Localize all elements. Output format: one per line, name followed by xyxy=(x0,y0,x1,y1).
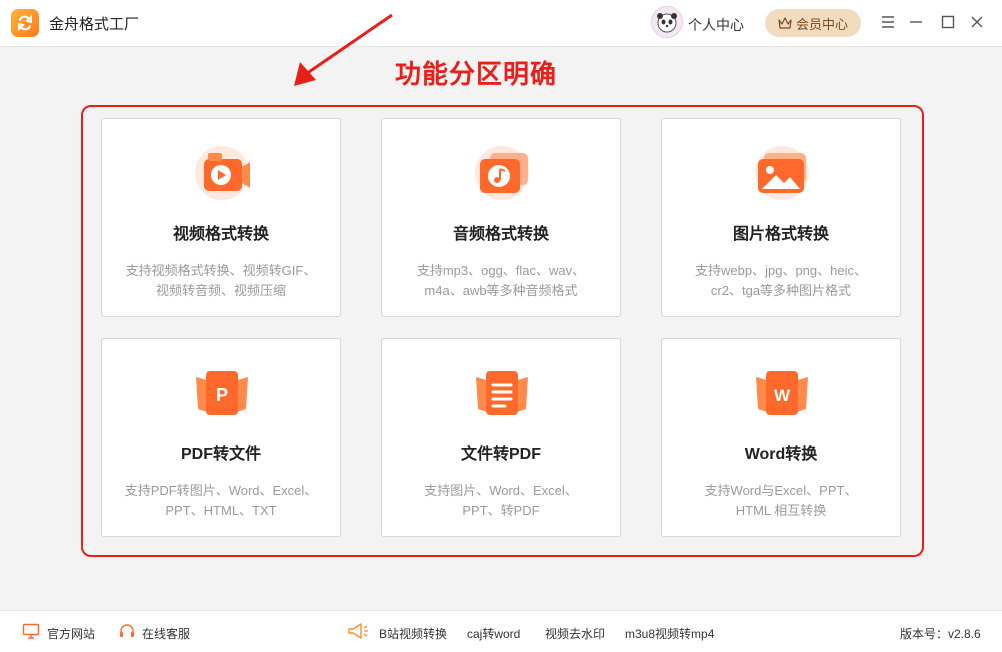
card-desc-line: HTML 相互转换 xyxy=(735,503,827,518)
card-description: 支持图片、Word、Excel、 PPT、转PDF xyxy=(392,481,610,521)
close-button[interactable] xyxy=(967,12,987,32)
pdf-icon: P xyxy=(196,371,248,415)
card-description: 支持webp、jpg、png、heic、 cr2、tga等多种图片格式 xyxy=(672,261,890,301)
card-description: 支持mp3、ogg、flac、wav、 m4a、awb等多种音频格式 xyxy=(392,261,610,301)
footer-link-watermark[interactable]: 视频去水印 xyxy=(545,625,605,642)
crown-icon xyxy=(778,17,792,29)
app-logo-icon xyxy=(11,9,39,37)
card-title: 文件转PDF xyxy=(460,446,541,463)
minimize-icon xyxy=(910,21,922,23)
card-desc-line: 支持mp3、ogg、flac、wav、 xyxy=(416,263,586,278)
svg-text:P: P xyxy=(216,385,228,405)
panda-avatar-icon xyxy=(657,13,677,33)
svg-text:W: W xyxy=(774,386,791,405)
vip-center-label: 会员中心 xyxy=(795,16,848,32)
card-audio-convert[interactable]: 音频格式转换 支持mp3、ogg、flac、wav、 m4a、awb等多种音频格… xyxy=(381,118,621,317)
card-description: 支持视频格式转换、视频转GIF、 视频转音频、视频压缩 xyxy=(112,261,330,301)
word-icon: W xyxy=(756,371,808,415)
monitor-icon xyxy=(22,623,40,639)
card-desc-line: m4a、awb等多种音频格式 xyxy=(424,283,578,298)
footer-link-bilibili[interactable]: B站视频转换 xyxy=(379,625,447,642)
card-file-to-pdf[interactable]: 文件转PDF 支持图片、Word、Excel、 PPT、转PDF xyxy=(381,338,621,537)
close-icon xyxy=(971,16,983,28)
title-bar: 金舟格式工厂 个人中心 会员中心 xyxy=(0,0,1002,47)
card-description: 支持PDF转图片、Word、Excel、 PPT、HTML、TXT xyxy=(112,481,330,521)
footer-link-caj[interactable]: caj转word xyxy=(467,625,520,642)
headset-icon xyxy=(120,624,134,637)
online-service-link[interactable]: 在线客服 xyxy=(142,625,190,642)
image-icon xyxy=(755,146,809,200)
card-desc-line: 支持图片、Word、Excel、 xyxy=(424,483,578,498)
card-desc-line: 支持PDF转图片、Word、Excel、 xyxy=(124,483,318,498)
maximize-icon xyxy=(941,15,955,29)
annotation-arrow-icon xyxy=(294,13,393,86)
maximize-button[interactable] xyxy=(938,12,958,32)
megaphone-icon xyxy=(348,623,368,639)
card-description: 支持Word与Excel、PPT、 HTML 相互转换 xyxy=(672,481,890,521)
footer-link-m3u8[interactable]: m3u8视频转mp4 xyxy=(625,625,714,642)
menu-button[interactable] xyxy=(878,12,898,32)
video-icon xyxy=(195,146,250,200)
hamburger-icon xyxy=(882,16,894,28)
card-video-convert[interactable]: 视频格式转换 支持视频格式转换、视频转GIF、 视频转音频、视频压缩 xyxy=(101,118,341,317)
user-avatar[interactable] xyxy=(651,6,683,38)
official-website-link[interactable]: 官方网站 xyxy=(47,625,95,642)
audio-icon xyxy=(475,146,529,200)
card-desc-line: PPT、HTML、TXT xyxy=(165,503,277,518)
app-title: 金舟格式工厂 xyxy=(49,16,140,33)
card-desc-line: PPT、转PDF xyxy=(462,503,540,518)
card-title: 图片格式转换 xyxy=(732,226,829,243)
card-title: 音频格式转换 xyxy=(452,226,549,243)
vip-center-button[interactable]: 会员中心 xyxy=(765,9,861,37)
card-desc-line: cr2、tga等多种图片格式 xyxy=(710,283,852,298)
card-title: 视频格式转换 xyxy=(172,226,269,243)
card-desc-line: 支持webp、jpg、png、heic、 xyxy=(695,263,867,278)
card-desc-line: 支持Word与Excel、PPT、 xyxy=(704,483,858,498)
version-label: 版本号：v2.8.6 xyxy=(900,627,981,641)
card-pdf-to-file[interactable]: P PDF转文件 支持PDF转图片、Word、Excel、 PPT、HTML、T… xyxy=(101,338,341,537)
annotation-label: 功能分区明确 xyxy=(395,59,558,89)
card-desc-line: 视频转音频、视频压缩 xyxy=(155,283,286,298)
file-icon xyxy=(476,371,528,415)
minimize-button[interactable] xyxy=(906,12,926,32)
card-title: PDF转文件 xyxy=(180,446,261,463)
user-center-link[interactable]: 个人中心 xyxy=(688,15,744,35)
footer-bar: 官方网站 在线客服 B站视频转换 caj转word 视频去水印 m3u8视频转m… xyxy=(0,610,1002,652)
card-title: Word转换 xyxy=(744,446,818,463)
card-word-convert[interactable]: W Word转换 支持Word与Excel、PPT、 HTML 相互转换 xyxy=(661,338,901,537)
card-desc-line: 支持视频格式转换、视频转GIF、 xyxy=(125,263,317,278)
card-image-convert[interactable]: 图片格式转换 支持webp、jpg、png、heic、 cr2、tga等多种图片… xyxy=(661,118,901,317)
